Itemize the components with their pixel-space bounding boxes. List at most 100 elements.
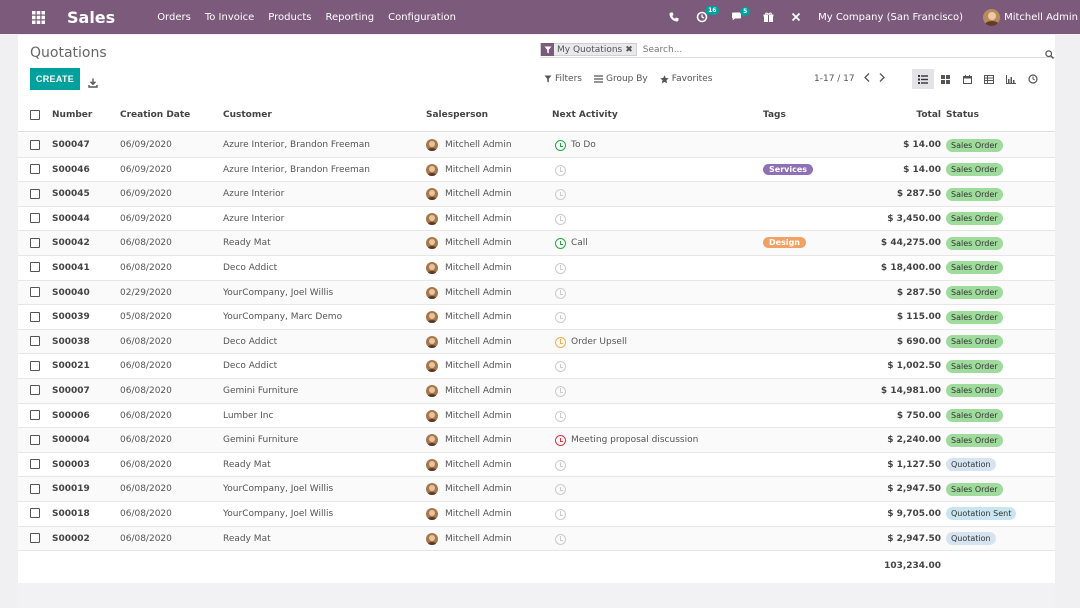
row-checkbox[interactable]	[30, 139, 40, 150]
status-badge: Sales Order	[946, 310, 1003, 324]
select-all-checkbox[interactable]	[30, 110, 40, 120]
row-checkbox[interactable]	[30, 508, 40, 519]
row-checkbox[interactable]	[30, 164, 40, 175]
list-view-icon[interactable]	[912, 69, 934, 89]
menu-orders[interactable]: Orders	[157, 12, 191, 23]
download-icon[interactable]	[88, 73, 98, 92]
row-checkbox[interactable]	[30, 459, 40, 470]
table-row[interactable]: S00042 06/08/2020 Ready Mat Mitchell Admin C…	[18, 231, 1055, 256]
table-row[interactable]: S00003 06/08/2020 Ready Mat Mitchell Admin $…	[18, 453, 1055, 478]
row-checkbox[interactable]	[30, 188, 40, 199]
user-menu[interactable]: Mitchell Admin	[983, 8, 1078, 26]
column-creation-date[interactable]: Creation Date	[120, 110, 190, 120]
groupby-dropdown[interactable]: Group By	[593, 74, 648, 84]
row-checkbox[interactable]	[30, 336, 40, 347]
activity-clock-icon[interactable]	[555, 262, 566, 274]
row-checkbox[interactable]	[30, 483, 40, 494]
activity-clock-icon[interactable]	[555, 312, 566, 324]
favorites-dropdown[interactable]: Favorites	[660, 74, 712, 84]
menu-configuration[interactable]: Configuration	[388, 12, 456, 23]
table-row[interactable]: S00040 02/29/2020 YourCompany, Joel Willis…	[18, 280, 1055, 306]
column-number[interactable]: Number	[52, 110, 92, 120]
activity-clock-icon[interactable]	[555, 140, 566, 151]
pager-next-icon[interactable]	[879, 73, 885, 85]
table-row[interactable]: S00044 06/09/2020 Azure Interior Mitchell A…	[18, 207, 1055, 232]
row-checkbox[interactable]	[30, 385, 40, 396]
activity-clock-icon[interactable]	[555, 484, 566, 496]
activity-view-icon[interactable]	[1022, 69, 1044, 89]
column-customer[interactable]: Customer	[223, 110, 272, 120]
activity-icon[interactable]: 16	[696, 6, 720, 23]
row-checkbox[interactable]	[30, 213, 40, 224]
table-row[interactable]: S00039 05/08/2020 YourCompany, Marc Demo Mi…	[18, 305, 1055, 330]
row-checkbox[interactable]	[30, 311, 40, 322]
row-salesperson: Mitchell Admin	[445, 361, 512, 372]
messaging-icon[interactable]: 5	[731, 6, 751, 23]
close-icon[interactable]	[791, 12, 801, 22]
table-row[interactable]: S00019 06/08/2020 YourCompany, Joel Willis…	[18, 477, 1055, 502]
graph-view-icon[interactable]	[1000, 69, 1022, 89]
kanban-view-icon[interactable]	[934, 69, 956, 89]
activity-clock-icon[interactable]	[555, 164, 566, 176]
activity-clock-icon[interactable]	[555, 435, 566, 447]
row-checkbox[interactable]	[30, 533, 40, 543]
column-next-activity[interactable]: Next Activity	[552, 110, 618, 120]
row-checkbox[interactable]	[30, 410, 40, 421]
row-checkbox[interactable]	[30, 434, 40, 445]
row-number: S00007	[52, 385, 90, 396]
row-customer: YourCompany, Joel Willis	[223, 508, 334, 519]
row-customer: Azure Interior	[223, 189, 285, 200]
activity-clock-icon[interactable]	[555, 238, 566, 250]
table-row[interactable]: S00041 06/08/2020 Deco Addict Mitchell Admi…	[18, 256, 1055, 281]
menu-reporting[interactable]: Reporting	[325, 12, 374, 23]
table-row[interactable]: S00046 06/09/2020 Azure Interior, Brandon …	[18, 158, 1055, 183]
gift-icon[interactable]	[763, 12, 774, 23]
menu-to-invoice[interactable]: To Invoice	[205, 12, 254, 23]
row-checkbox[interactable]	[30, 262, 40, 273]
row-total: $ 287.50	[896, 189, 941, 200]
activity-clock-icon[interactable]	[555, 385, 566, 397]
table-row[interactable]: S00004 06/08/2020 Gemini Furniture Mitchell…	[18, 428, 1055, 453]
menu-products[interactable]: Products	[268, 12, 311, 23]
table-row[interactable]: S00047 06/09/2020 Azure Interior, Brandon …	[18, 133, 1055, 158]
phone-icon[interactable]	[669, 12, 679, 22]
facet-remove-icon[interactable]: ✖	[625, 45, 633, 55]
pager-previous-icon[interactable]	[863, 73, 870, 85]
table-row[interactable]: S00045 06/09/2020 Azure Interior Mitchell A…	[18, 182, 1055, 207]
activity-clock-icon[interactable]	[555, 459, 566, 471]
apps-menu-icon[interactable]	[23, 0, 53, 34]
status-badge: Sales Order	[946, 236, 1003, 250]
table-row[interactable]: S00007 06/08/2020 Gemini Furniture Mitchell…	[18, 378, 1055, 404]
activity-clock-icon[interactable]	[555, 287, 566, 299]
table-row[interactable]: S00021 06/08/2020 Deco Addict Mitchell Admi…	[18, 354, 1055, 379]
search-input[interactable]	[642, 44, 1055, 55]
row-number: S00003	[52, 459, 90, 470]
row-checkbox[interactable]	[30, 287, 40, 298]
activity-clock-icon[interactable]	[555, 508, 566, 520]
activity-clock-icon[interactable]	[555, 533, 566, 545]
activity-clock-icon[interactable]	[555, 336, 566, 348]
activity-clock-icon[interactable]	[555, 361, 566, 373]
column-salesperson[interactable]: Salesperson	[426, 110, 488, 120]
row-creation-date: 06/08/2020	[120, 385, 172, 396]
column-tags[interactable]: Tags	[763, 110, 786, 120]
calendar-view-icon[interactable]	[956, 69, 978, 89]
table-row[interactable]: S00002 06/08/2020 Ready Mat Mitchell Admin $…	[18, 526, 1055, 552]
pivot-view-icon[interactable]	[978, 69, 1000, 89]
column-status[interactable]: Status	[946, 110, 979, 120]
filters-dropdown[interactable]: Filters	[544, 74, 582, 84]
table-row[interactable]: S00038 06/08/2020 Deco Addict Mitchell Admi…	[18, 329, 1055, 355]
company-switcher[interactable]: My Company (San Francisco)	[818, 12, 963, 23]
app-title[interactable]: Sales	[67, 8, 115, 27]
row-checkbox[interactable]	[30, 360, 40, 371]
search-icon[interactable]	[1045, 44, 1054, 63]
table-row[interactable]: S00018 06/08/2020 YourCompany, Joel Willis…	[18, 502, 1055, 527]
pager-value[interactable]: 1-17 / 17	[814, 74, 855, 84]
activity-clock-icon[interactable]	[555, 213, 566, 225]
activity-clock-icon[interactable]	[555, 189, 566, 201]
row-checkbox[interactable]	[30, 237, 40, 248]
table-row[interactable]: S00006 06/08/2020 Lumber Inc Mitchell Admin…	[18, 404, 1055, 429]
column-total[interactable]: Total	[916, 110, 941, 120]
activity-clock-icon[interactable]	[555, 410, 566, 422]
create-button[interactable]: CREATE	[30, 68, 80, 90]
